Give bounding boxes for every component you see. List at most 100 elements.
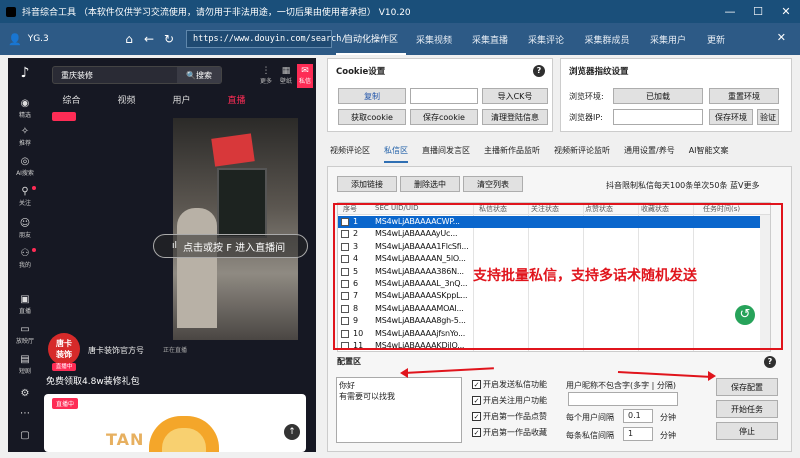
stop-button[interactable]: 停止 xyxy=(716,422,778,440)
live-badge: 直播中 xyxy=(52,363,76,371)
feature-caption: 支持批量私信，支持多话术随机发送 xyxy=(473,268,697,284)
minimize-icon[interactable]: — xyxy=(716,0,744,23)
tab-automation[interactable]: 自动化操作区 xyxy=(336,23,406,55)
message-textarea[interactable]: 你好 有需要可以找我 xyxy=(336,377,462,443)
interval-user-input[interactable]: 0.1 xyxy=(623,409,653,423)
save-cookie-button[interactable]: 保存cookie xyxy=(410,109,478,125)
check-follow-user[interactable]: ✓ 开启关注用户功能 xyxy=(472,395,547,406)
delete-selected-button[interactable]: 删除选中 xyxy=(400,176,460,192)
live-card[interactable]: 直播中 TAN ↑ xyxy=(44,394,306,452)
wallpaper-button[interactable]: ▦ 壁纸 xyxy=(278,66,294,85)
interval-msg-input[interactable]: 1 xyxy=(623,427,653,441)
config-title: 配置区 xyxy=(337,357,361,366)
close-icon[interactable]: ✕ xyxy=(772,0,800,23)
live-video-preview[interactable] xyxy=(173,118,298,340)
env-status: 已加载 xyxy=(613,88,703,104)
app-window: 抖音综合工具 （本软件仅供学习交流使用，请勿用于非法用途，一切后果由使用者承担）… xyxy=(0,0,800,458)
tab-general[interactable]: 综合 xyxy=(44,93,99,109)
clear-list-button[interactable]: 清空列表 xyxy=(463,176,523,192)
start-task-button[interactable]: 开始任务 xyxy=(716,400,778,418)
sidebar-item-featured[interactable]: ◉ 精选 xyxy=(8,98,42,119)
check-send-message[interactable]: ✓ 开启发送私信功能 xyxy=(472,379,547,390)
live-icon: ▣ xyxy=(20,294,30,305)
settings-icon[interactable]: ⚙ xyxy=(8,388,42,400)
tab-collect-live[interactable]: 采集直播 xyxy=(462,23,518,55)
nav-close-icon[interactable]: ✕ xyxy=(777,31,786,44)
tab-comment-monitor[interactable]: 视频新评论监听 xyxy=(554,145,610,163)
refresh-circle-icon[interactable]: ↺ xyxy=(735,305,755,325)
sidebar-item-me[interactable]: ⚇ 我的 xyxy=(8,248,42,269)
cookie-title: Cookie设置 xyxy=(336,67,386,77)
add-link-button[interactable]: 添加链接 xyxy=(337,176,397,192)
sidebar-item-follow[interactable]: ⚲ 关注 xyxy=(8,186,42,207)
limit-note: 抖音限制私信每天100条单次50条 蓝V更多 xyxy=(606,181,760,190)
enter-live-button[interactable]: ıl 点击或按 F 进入直播间 xyxy=(153,234,308,258)
check-fav-first[interactable]: ✓ 开启第一作品收藏 xyxy=(472,427,547,438)
user-icon: 👤 xyxy=(8,32,22,46)
cookie-input[interactable] xyxy=(410,88,478,104)
tab-collect-group[interactable]: 采集群成员 xyxy=(574,23,640,55)
tab-user[interactable]: 用户 xyxy=(154,93,209,109)
price-sign xyxy=(211,133,255,167)
verify-button[interactable]: 验证 xyxy=(757,109,779,125)
douyin-tabs: 综合 视频 用户 直播 xyxy=(44,93,264,109)
get-cookie-button[interactable]: 获取cookie xyxy=(338,109,406,125)
back-icon[interactable]: ← xyxy=(140,32,158,46)
tab-live-chat[interactable]: 直播间发言区 xyxy=(422,145,470,163)
more-icon[interactable]: ⋯ xyxy=(8,408,42,420)
nickname-label: 用户昵称不包含字(多字 | 分隔) xyxy=(566,381,677,390)
tab-update[interactable]: 更新 xyxy=(696,23,736,55)
browser-ip-input[interactable] xyxy=(613,109,703,125)
friends-icon: ☺ xyxy=(19,218,31,229)
sidebar-item-theater[interactable]: ▭ 放映厅 xyxy=(8,324,42,345)
help-icon[interactable]: ? xyxy=(533,65,545,77)
config-help-icon[interactable]: ? xyxy=(764,356,776,368)
url-bar[interactable]: https://www.douyin.com/search/ xyxy=(186,30,347,48)
sidebar-item-ai-search[interactable]: ◎ AI搜索 xyxy=(8,156,42,177)
tab-ai-copy[interactable]: AI智能文案 xyxy=(689,145,729,163)
tab-private-message[interactable]: 私信区 xyxy=(384,145,408,163)
gift-text[interactable]: 免费领取4.8w装修礼包 xyxy=(46,374,140,387)
import-ck-button[interactable]: 导入CK号 xyxy=(482,88,548,104)
chalkboard xyxy=(217,168,267,238)
refresh-icon[interactable]: ↻ xyxy=(160,32,178,46)
check-like-first[interactable]: ✓ 开启第一作品点赞 xyxy=(472,411,547,422)
anchor-name[interactable]: 唐卡装饰官方号 xyxy=(88,345,144,356)
search-input[interactable]: 重庆装修 xyxy=(53,70,177,81)
ai-search-icon: ◎ xyxy=(20,156,30,167)
tab-anchor-monitor[interactable]: 主播新作品监听 xyxy=(484,145,540,163)
douyin-browser: ♪ ◉ 精选 ✧ 推荐 ◎ AI搜索 ⚲ 关注 ☺ 朋友 ⚇ 我的 ▣ 直播 ▭ 放映厅 ▤ 短剧… xyxy=(8,58,316,452)
tab-video[interactable]: 视频 xyxy=(99,93,154,109)
theater-icon: ▭ xyxy=(20,324,30,335)
messages-button[interactable]: ✉ 私信 xyxy=(297,64,313,88)
copy-button[interactable]: 复制 xyxy=(338,88,406,104)
douyin-sidebar: ♪ ◉ 精选 ✧ 推荐 ◎ AI搜索 ⚲ 关注 ☺ 朋友 ⚇ 我的 ▣ 直播 ▭ 放映厅 ▤ 短剧… xyxy=(8,58,42,452)
browser-panel: 浏览器指纹设置 浏览环境: 已加载 重置环境 浏览器IP: 保存环境 验证 xyxy=(560,58,792,132)
tab-collect-video[interactable]: 采集视频 xyxy=(406,23,462,55)
card-text: TAN xyxy=(106,430,145,449)
feedback-icon[interactable]: ▢ xyxy=(8,430,42,442)
reset-env-button[interactable]: 重置环境 xyxy=(709,88,779,104)
nickname-input[interactable] xyxy=(568,392,678,406)
clear-login-button[interactable]: 清理登陆信息 xyxy=(482,109,548,125)
maximize-icon[interactable]: ☐ xyxy=(744,0,772,23)
sidebar-item-shortdrama[interactable]: ▤ 短剧 xyxy=(8,354,42,375)
scroll-top-icon[interactable]: ↑ xyxy=(284,424,300,440)
home-icon[interactable]: ⌂ xyxy=(120,32,138,46)
sidebar-item-recommend[interactable]: ✧ 推荐 xyxy=(8,126,42,147)
sidebar-item-friends[interactable]: ☺ 朋友 xyxy=(8,218,42,239)
user-profile[interactable]: 👤 YG.3 xyxy=(8,33,108,46)
sidebar-item-live[interactable]: ▣ 直播 xyxy=(8,294,42,315)
search-button[interactable]: 🔍 搜索 xyxy=(177,67,221,83)
douyin-logo-icon[interactable]: ♪ xyxy=(17,65,33,81)
avatar[interactable]: 唐卡 装饰 xyxy=(48,333,80,365)
tab-general-settings[interactable]: 通用设置/养号 xyxy=(624,145,675,163)
tab-video-comments[interactable]: 视频评论区 xyxy=(330,145,370,163)
tab-collect-users[interactable]: 采集用户 xyxy=(640,23,696,55)
save-env-button[interactable]: 保存环境 xyxy=(709,109,753,125)
douyin-search-box[interactable]: 重庆装修 🔍 搜索 xyxy=(52,66,222,84)
save-config-button[interactable]: 保存配置 xyxy=(716,378,778,396)
tab-live[interactable]: 直播 xyxy=(209,93,264,109)
tab-collect-comments[interactable]: 采集评论 xyxy=(518,23,574,55)
more-button[interactable]: ⋮ 更多 xyxy=(258,66,274,85)
